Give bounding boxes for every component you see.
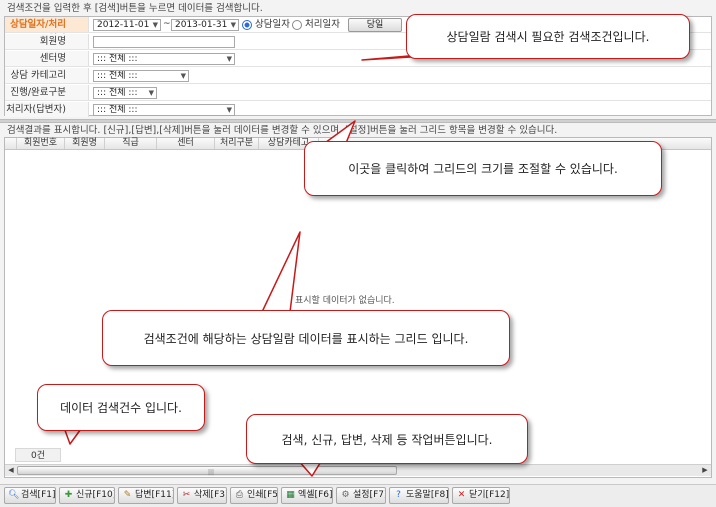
category-label: 상담 카테고리 — [5, 68, 89, 83]
callout-grid: 검색조건에 해당하는 상담일람 데이터를 표시하는 그리드 입니다. — [102, 310, 510, 366]
excel-button[interactable]: ▦ 엑셀[F6] — [281, 487, 333, 504]
callout-search-conditions: 상담일람 검색시 필요한 검색조건입니다. — [406, 14, 690, 59]
category-row: 상담 카테고리 ::: 전체 ::: ▼ — [5, 68, 711, 84]
search-button[interactable]: 🔍︎ 검색[F1] — [4, 487, 56, 504]
add-user-icon: ✚ — [64, 490, 73, 500]
delete-button[interactable]: ✂ 삭제[F3] — [177, 487, 227, 504]
today-button[interactable]: 당일 — [348, 18, 402, 32]
settings-button[interactable]: ⚙ 설정[F7] — [336, 487, 386, 504]
horizontal-scrollbar[interactable]: ◀ ||| ▶ — [5, 464, 711, 476]
search-icon: 🔍︎ — [8, 490, 20, 500]
handler-row: 처리자(답변자) ::: 전체 ::: ▼ — [5, 102, 711, 118]
date-label: 상담일자/처리일자 — [5, 17, 89, 45]
help-icon: ? — [396, 490, 401, 500]
grid-col-rank[interactable]: 직급 — [105, 138, 157, 149]
handler-select[interactable]: ::: 전체 ::: ▼ — [93, 104, 235, 116]
category-select[interactable]: ::: 전체 ::: ▼ — [93, 70, 189, 82]
callout-resize: 이곳을 클릭하여 그리드의 크기를 조절할 수 있습니다. — [304, 141, 662, 196]
status-row: 진행/완료구분 ::: 전체 ::: ▼ — [5, 85, 711, 101]
printer-icon: ⎙ — [235, 490, 244, 500]
action-toolbar: 🔍︎ 검색[F1] ✚ 신규[F10] ✎ 답변[F11] ✂ 삭제[F3] ⎙ 인쇄[F… — [0, 484, 716, 507]
chevron-down-icon: ▼ — [152, 21, 158, 29]
center-label: 센터명 — [5, 51, 89, 66]
status-label: 진행/완료구분 — [5, 85, 89, 100]
status-select[interactable]: ::: 전체 ::: ▼ — [93, 87, 157, 99]
grid-header-indicator — [5, 138, 17, 149]
grid-resize-splitter[interactable] — [0, 119, 716, 123]
close-icon: ✕ — [457, 490, 466, 500]
print-button[interactable]: ⎙인쇄[F5] — [230, 487, 278, 504]
handler-label: 처리자(답변자) — [5, 102, 89, 117]
chevron-down-icon: ▼ — [226, 106, 232, 114]
radio-consult-date[interactable] — [242, 20, 252, 30]
member-input[interactable] — [93, 36, 235, 48]
date-to-field[interactable]: 2013-01-31 ▼ — [171, 19, 239, 31]
help-button[interactable]: ? 도움말[F8] — [389, 487, 449, 504]
excel-icon: ▦ — [286, 490, 295, 500]
chevron-down-icon: ▼ — [230, 21, 236, 29]
empty-message: 표시할 데이터가 없습니다. — [295, 296, 395, 306]
chevron-down-icon: ▼ — [226, 55, 232, 63]
grid-col-process-type[interactable]: 처리구분 — [215, 138, 259, 149]
close-button[interactable]: ✕ 닫기[F12] — [452, 487, 510, 504]
radio-consult-label: 상담일자 — [255, 19, 290, 30]
center-select[interactable]: ::: 전체 ::: ▼ — [93, 53, 235, 65]
reply-button[interactable]: ✎ 답변[F11] — [118, 487, 174, 504]
scrollbar-thumb[interactable]: ||| — [17, 466, 397, 476]
scroll-right-icon[interactable]: ▶ — [699, 465, 711, 476]
chevron-down-icon: ▼ — [148, 89, 154, 97]
grid-col-member-name[interactable]: 회원명 — [65, 138, 105, 149]
radio-process-date[interactable] — [292, 20, 302, 30]
date-separator: ~ — [163, 19, 171, 29]
edit-icon: ✎ — [123, 490, 132, 500]
new-button[interactable]: ✚ 신규[F10] — [59, 487, 115, 504]
grid-col-member-no[interactable]: 회원번호 — [17, 138, 65, 149]
gear-icon: ⚙ — [341, 490, 350, 500]
date-from-field[interactable]: 2012-11-01 ▼ — [93, 19, 161, 31]
scroll-left-icon[interactable]: ◀ — [5, 465, 17, 476]
member-label: 회원명 — [5, 34, 89, 49]
grid-col-center[interactable]: 센터 — [157, 138, 215, 149]
radio-process-label: 처리일자 — [305, 19, 340, 30]
delete-icon: ✂ — [182, 490, 191, 500]
result-panel-description: 검색결과를 표시합니다. [신규],[답변],[삭제]버튼을 눌러 데이터를 변… — [4, 124, 712, 138]
callout-buttons: 검색, 신규, 답변, 삭제 등 작업버튼입니다. — [246, 414, 528, 464]
grip-icon: ||| — [208, 469, 215, 476]
chevron-down-icon: ▼ — [180, 72, 186, 80]
callout-count: 데이터 검색건수 입니다. — [37, 384, 205, 431]
result-count: 0건 — [15, 448, 61, 462]
